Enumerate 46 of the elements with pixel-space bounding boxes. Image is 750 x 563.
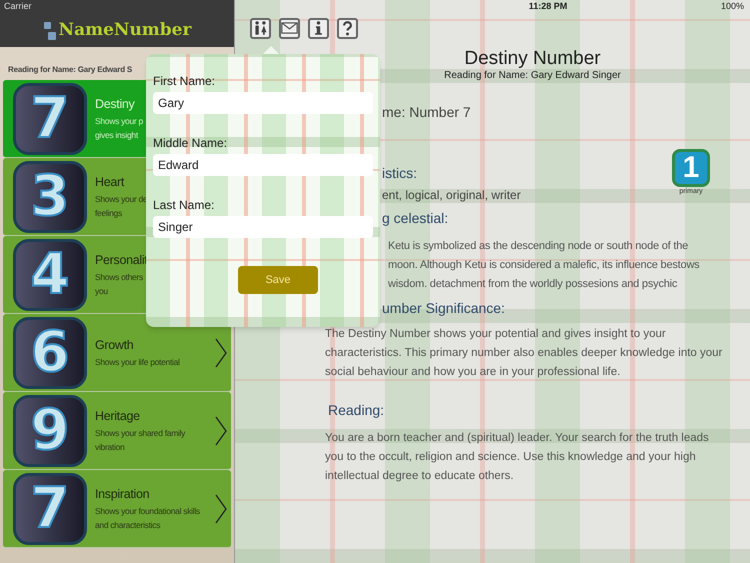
number-tile: 7 bbox=[13, 472, 87, 544]
page-title: Destiny Number bbox=[464, 48, 601, 70]
reading-heading: Reading: bbox=[328, 401, 386, 420]
name-number-line: me: Number 7 bbox=[382, 103, 472, 122]
celestial-heading: g celestial: bbox=[382, 209, 450, 228]
item-title: Growth bbox=[95, 337, 134, 354]
number-list-item[interactable]: 9 Heritage Shows your shared family vibration bbox=[3, 392, 231, 470]
item-title: Destiny bbox=[95, 96, 134, 114]
toolbar-button[interactable] bbox=[308, 18, 329, 38]
number-list-item[interactable]: 7 Inspiration Shows your foundational skills and characteristics bbox=[3, 470, 231, 548]
name-input-field[interactable]: Gary bbox=[153, 92, 373, 114]
toolbar-button[interactable] bbox=[279, 18, 300, 38]
item-description: Shows your shared family vibration bbox=[95, 426, 186, 454]
name-input-field[interactable]: Singer bbox=[153, 216, 373, 238]
number-tile: 9 bbox=[13, 394, 87, 466]
characteristics-text: ent, logical, original, writer bbox=[382, 187, 521, 204]
celestial-text: Ketu is symbolized as the descending node or south node of the moon. Although Ketu is considered a malefic, its influence bestows wisdom. detachment from the worldly possesions and psychic bbox=[388, 239, 700, 292]
number-list-item[interactable]: 6 Growth Shows your life potential bbox=[3, 314, 231, 392]
name-input-field[interactable]: Edward bbox=[153, 154, 373, 176]
number-tile: 7 bbox=[13, 82, 87, 154]
number-tile: 6 bbox=[13, 316, 87, 388]
characteristics-heading: istics: bbox=[382, 164, 418, 183]
item-description: Shows others you bbox=[95, 270, 143, 298]
battery-label: 100% bbox=[720, 0, 744, 14]
item-description: Shows your foundational skills and characteristics bbox=[95, 504, 200, 532]
number-tile: 3 bbox=[13, 160, 87, 232]
toolbar-button[interactable] bbox=[250, 18, 271, 38]
item-title: Heritage bbox=[95, 408, 140, 426]
field-label: Last Name: bbox=[153, 197, 216, 214]
item-title: Heart bbox=[95, 174, 124, 192]
toolbar-button[interactable] bbox=[337, 18, 358, 38]
significance-text: The Destiny Number shows your potential and gives insight to your characteristics. This primary number also enables deeper knowledge into your social behaviour and how you are in your professional life. bbox=[325, 327, 724, 380]
number-tile: 4 bbox=[13, 238, 87, 310]
app-logo: NameNumber bbox=[42, 18, 192, 44]
reading-text: You are a born teacher and (spiritual) leader. Your search for the truth leads you to the occult, religion and science. Use this knowledge and your high intellectual degree to educate others. bbox=[325, 431, 710, 484]
item-description: Shows your life potential bbox=[95, 356, 180, 369]
dice-icon bbox=[42, 20, 57, 40]
carrier-label: Carrier bbox=[4, 0, 32, 14]
item-description: Shows your p gives insight bbox=[95, 114, 143, 142]
significance-heading: umber Significance: bbox=[382, 299, 506, 318]
item-title: Inspiration bbox=[95, 486, 150, 504]
field-label: Middle Name: bbox=[153, 135, 228, 152]
item-title: Personalit bbox=[95, 252, 148, 270]
status-time: 11:28 PM bbox=[528, 0, 568, 14]
reading-for-label: Reading for Name: Gary Edward S bbox=[8, 64, 132, 76]
page-subtitle: Reading for Name: Gary Edward Singer bbox=[444, 70, 621, 82]
